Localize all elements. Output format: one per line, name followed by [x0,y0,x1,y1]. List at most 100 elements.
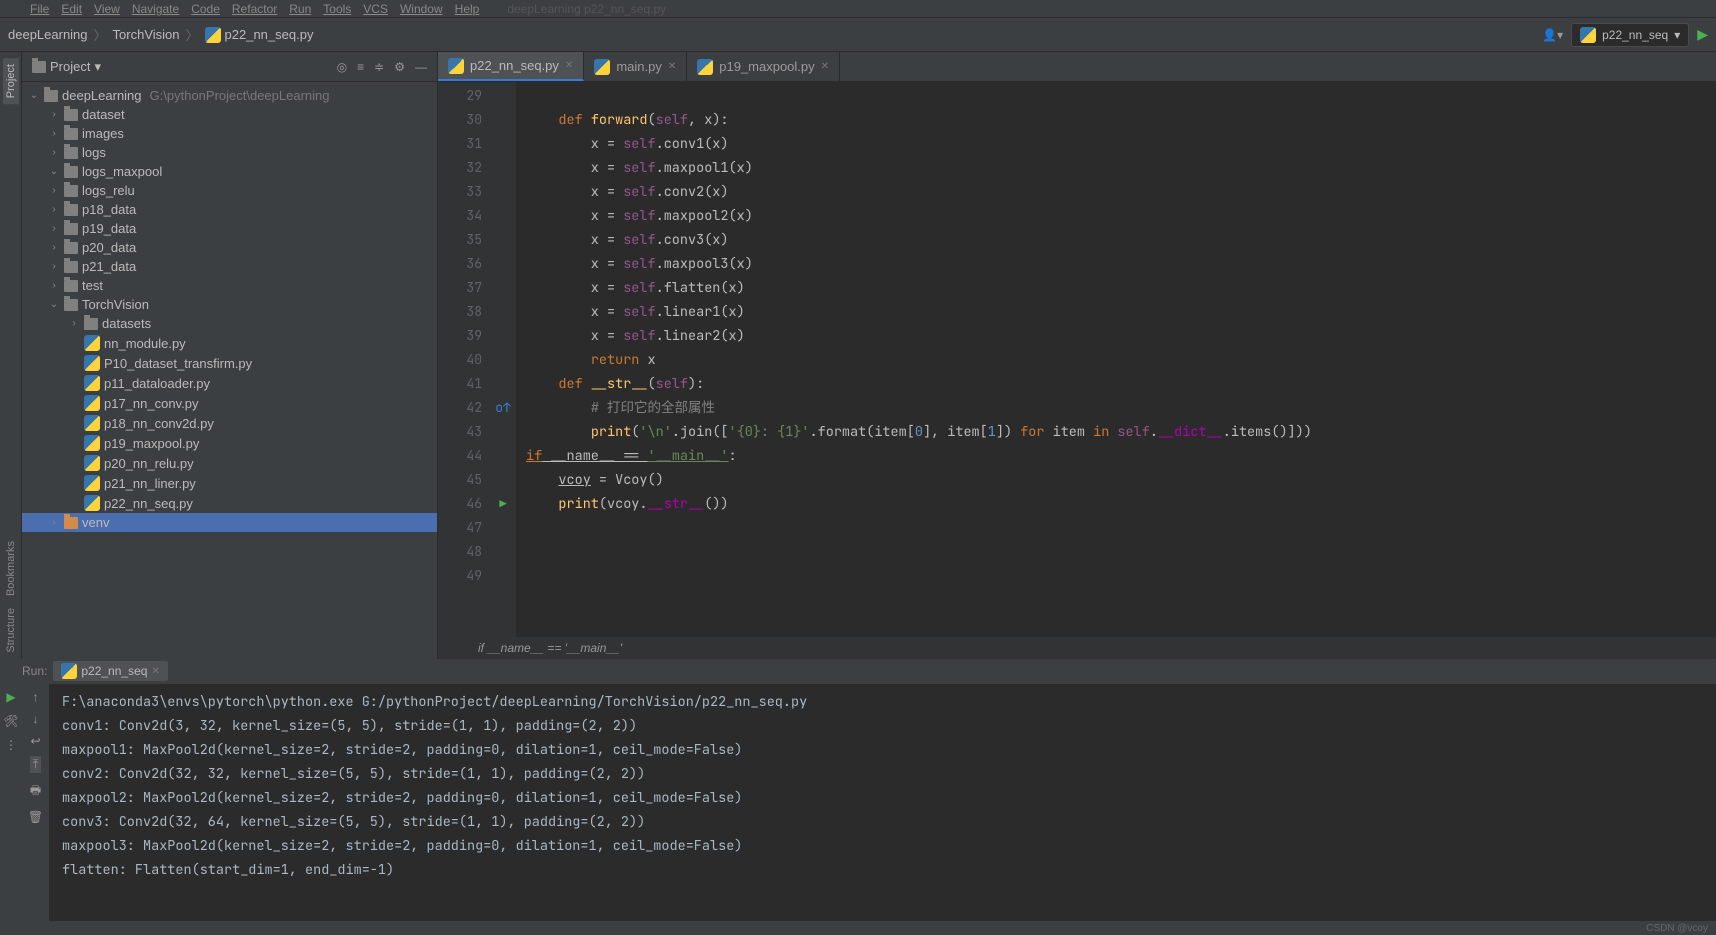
tree-item[interactable]: p22_nn_seq.py [22,493,437,513]
folder-icon [64,204,78,216]
tree-item-label: p18_nn_conv2d.py [104,416,214,431]
close-icon[interactable]: ✕ [565,60,573,71]
folder-icon [64,185,78,197]
tree-item[interactable]: ›test [22,276,437,295]
editor-tab[interactable]: p19_maxpool.py✕ [687,52,840,81]
tree-item[interactable]: ›datasets [22,314,437,333]
tree-item[interactable]: P10_dataset_transfirm.py [22,353,437,373]
tree-item-label: logs_maxpool [82,164,162,179]
tree-item-label: TorchVision [82,297,149,312]
close-icon[interactable]: ✕ [668,61,676,72]
tree-item-label: p20_data [82,240,136,255]
tree-item[interactable]: ›logs_relu [22,181,437,200]
tree-root[interactable]: ⌄ deepLearning G:\pythonProject\deepLear… [22,86,437,105]
print-icon[interactable]: 🖶 [30,781,41,802]
tree-item[interactable]: p18_nn_conv2d.py [22,413,437,433]
menu-refactor[interactable]: Refactor [228,2,281,16]
breadcrumb-folder[interactable]: TorchVision [113,27,180,42]
collapse-icon[interactable]: ≑ [374,60,384,74]
folder-icon [64,223,78,235]
project-tree[interactable]: ⌄ deepLearning G:\pythonProject\deepLear… [22,82,437,659]
tree-item[interactable]: p21_nn_liner.py [22,473,437,493]
up-icon[interactable]: ↑ [33,690,39,704]
scroll-icon[interactable]: ⤒ [30,756,41,773]
tree-item[interactable]: p11_dataloader.py [22,373,437,393]
breadcrumb-root[interactable]: deepLearning [8,27,88,42]
tree-item[interactable]: p19_maxpool.py [22,433,437,453]
run-button[interactable]: ▶ [1697,26,1708,43]
run-label: Run: [22,664,47,678]
tree-item[interactable]: ›dataset [22,105,437,124]
python-icon [697,59,713,75]
menu-run[interactable]: Run [285,2,315,16]
menu-code[interactable]: Code [187,2,224,16]
menu-file[interactable]: File [26,2,53,16]
left-tab-structure[interactable]: Structure [3,602,19,659]
tree-item[interactable]: p17_nn_conv.py [22,393,437,413]
tree-item-label: logs_relu [82,183,135,198]
tree-item[interactable]: ⌄TorchVision [22,295,437,314]
run-config-label: p22_nn_seq [1602,28,1668,42]
code-editor[interactable]: def forward(self, x): x = self.conv1(x) … [516,82,1716,637]
editor-tab[interactable]: p22_nn_seq.py✕ [438,52,584,81]
editor-tab[interactable]: main.py✕ [584,52,687,81]
minimize-icon[interactable]: — [415,60,427,74]
line-gutter: 2930313233343536373839404142434445464748… [438,82,490,637]
close-icon[interactable]: ✕ [821,61,829,72]
menu-bar: File Edit View Navigate Code Refactor Ru… [0,0,1716,18]
code-breadcrumb: if __name__ == '__main__' [438,637,1716,659]
wrench-icon[interactable]: 🛠 [3,714,18,728]
down-icon[interactable]: ↓ [33,712,39,726]
wrap-icon[interactable]: ↩ [30,734,40,748]
python-icon [84,475,100,491]
python-icon [84,355,100,371]
tree-item-label: p19_maxpool.py [104,436,199,451]
tree-item[interactable]: ›images [22,124,437,143]
menu-view[interactable]: View [90,2,124,16]
python-icon [84,395,100,411]
tree-item[interactable]: ›p20_data [22,238,437,257]
left-tab-project[interactable]: Project [3,58,19,104]
breadcrumb-file[interactable]: p22_nn_seq.py [225,27,314,42]
tree-item[interactable]: ›venv [22,513,437,532]
tree-item[interactable]: ›p19_data [22,219,437,238]
tree-item-label: p20_nn_relu.py [104,456,194,471]
tree-item-label: p11_dataloader.py [104,376,210,391]
tree-item[interactable]: nn_module.py [22,333,437,353]
run-tools-primary: ▶ 🛠 ⋮ [0,684,22,921]
menu-tools[interactable]: Tools [319,2,355,16]
python-icon [205,27,221,43]
left-tab-bookmarks[interactable]: Bookmarks [3,535,19,602]
run-tab[interactable]: p22_nn_seq ✕ [53,661,167,681]
trash-icon[interactable]: 🗑 [28,810,43,824]
close-icon[interactable]: ✕ [151,666,159,677]
menu-window[interactable]: Window [396,2,447,16]
chevron-down-icon[interactable]: ▾ [94,59,101,75]
tree-item[interactable]: ›logs [22,143,437,162]
python-icon [84,495,100,511]
user-icon[interactable]: 👤▾ [1542,28,1563,42]
tree-item-label: p17_nn_conv.py [104,396,198,411]
nav-bar: deepLearning 〉 TorchVision 〉 p22_nn_seq.… [0,18,1716,52]
python-icon [1580,27,1596,43]
tree-item[interactable]: ›p21_data [22,257,437,276]
expand-icon[interactable]: ≡ [357,60,364,74]
project-header-label[interactable]: Project [50,59,90,74]
run-config-dropdown[interactable]: p22_nn_seq ▾ [1571,23,1689,47]
menu-navigate[interactable]: Navigate [128,2,183,16]
tree-item[interactable]: p20_nn_relu.py [22,453,437,473]
menu-help[interactable]: Help [451,2,484,16]
gear-icon[interactable]: ⚙ [394,60,405,74]
ellipsis-icon[interactable]: ⋮ [5,738,17,752]
menu-title-hint: deepLearning p22_nn_seq.py [507,2,666,16]
menu-vcs[interactable]: VCS [359,2,392,16]
editor-tabs: p22_nn_seq.py✕main.py✕p19_maxpool.py✕ [438,52,1716,82]
tree-item[interactable]: ⌄logs_maxpool [22,162,437,181]
run-console[interactable]: F:\anaconda3\envs\pytorch\python.exe G:/… [50,684,1716,921]
python-icon [448,58,464,74]
tree-item[interactable]: ›p18_data [22,200,437,219]
rerun-icon[interactable]: ▶ [6,690,15,704]
left-tool-strip: Project Bookmarks Structure [0,52,22,659]
menu-edit[interactable]: Edit [57,2,86,16]
target-icon[interactable]: ◎ [337,60,347,74]
